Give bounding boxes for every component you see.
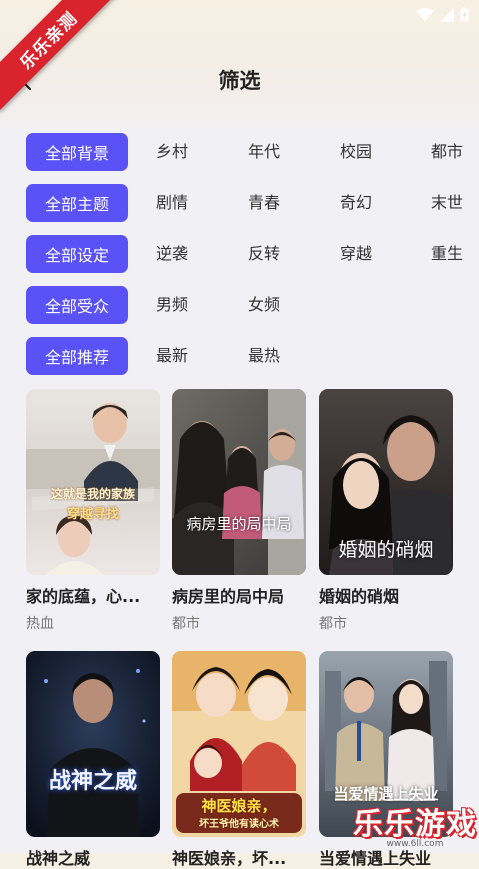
filter-chip[interactable]: 奇幻 [340,184,372,222]
filter-chip[interactable]: 剧情 [156,184,188,222]
drama-title: 战神之威 [26,849,91,868]
drama-card[interactable]: 病房里的局中局 病房里的局中局 都市 [172,389,306,633]
poster-title-text: 婚姻的硝烟 [338,539,434,561]
poster-title-text: 病房里的局中局 [186,515,292,533]
drama-tag: 热血 [26,616,54,632]
poster-title-text: 神医娘亲， [201,797,277,815]
filter-chip[interactable]: 重生 [431,235,463,273]
filter-chip[interactable]: 校园 [340,133,372,171]
drama-tag: 都市 [172,616,200,632]
drama-title: 婚姻的硝烟 [319,587,400,606]
filter-chip[interactable]: 最热 [248,337,280,375]
filter-row-setting: 全部设定 逆袭 反转 穿越 重生 [26,235,479,273]
filter-chip[interactable]: 年代 [248,133,280,171]
drama-poster: 这就是我的家族 穿越寻找 [26,389,160,575]
filter-chip-all-recommend[interactable]: 全部推荐 [26,337,128,375]
wifi-icon [416,7,434,22]
filter-row-audience: 全部受众 男频 女频 [26,286,479,324]
filter-chip[interactable]: 最新 [156,337,188,375]
drama-title: 神医娘亲，坏... [172,849,287,868]
poster-subtitle-text: 坏王爷他有读心术 [199,819,279,830]
drama-poster: 战神之威 [26,651,160,837]
signal-icon [440,7,454,22]
filter-chip-all-setting[interactable]: 全部设定 [26,235,128,273]
filter-chip-all-audience[interactable]: 全部受众 [26,286,128,324]
filter-chip[interactable]: 末世 [431,184,463,222]
site-watermark: 乐乐游戏 www.6ll.com [353,799,477,849]
filter-chip[interactable]: 逆袭 [156,235,188,273]
filter-chip[interactable]: 穿越 [340,235,372,273]
drama-card[interactable]: 婚姻的硝烟 婚姻的硝烟 都市 [319,389,453,633]
filter-chip[interactable]: 青春 [248,184,280,222]
page-title: 筛选 [218,69,261,93]
poster-title-text: 战神之威 [48,769,137,794]
filter-chip[interactable]: 反转 [248,235,280,273]
drama-card[interactable]: 神医娘亲， 坏王爷他有读心术 神医娘亲，坏... [172,651,306,869]
filter-chip[interactable]: 女频 [248,286,280,324]
filter-chip-all-background[interactable]: 全部背景 [26,133,128,171]
drama-poster: 婚姻的硝烟 [319,389,453,575]
battery-icon [460,7,469,22]
filter-chip[interactable]: 都市 [431,133,463,171]
drama-poster: 病房里的局中局 [172,389,306,575]
filter-chip[interactable]: 男频 [156,286,188,324]
filter-row-theme: 全部主题 剧情 青春 奇幻 末世 [26,184,479,222]
drama-title: 家的底蕴，心... [26,587,141,606]
watermark-main-text: 乐乐游戏 [353,807,477,842]
poster-title-text: 这就是我的家族 [50,487,135,501]
filter-chip-all-theme[interactable]: 全部主题 [26,184,128,222]
drama-card[interactable]: 战神之威 战神之威 [26,651,160,869]
drama-card[interactable]: 这就是我的家族 穿越寻找 家的底蕴，心... 热血 [26,389,160,633]
drama-title: 病房里的局中局 [172,587,285,606]
filter-row-background: 全部背景 乡村 年代 校园 都市 [26,133,479,171]
filter-chip[interactable]: 乡村 [156,133,188,171]
poster-subtitle-text: 穿越寻找 [66,507,119,522]
drama-poster: 神医娘亲， 坏王爷他有读心术 [172,651,306,837]
drama-tag: 都市 [319,616,347,632]
filter-row-recommend: 全部推荐 最新 最热 [26,337,479,375]
